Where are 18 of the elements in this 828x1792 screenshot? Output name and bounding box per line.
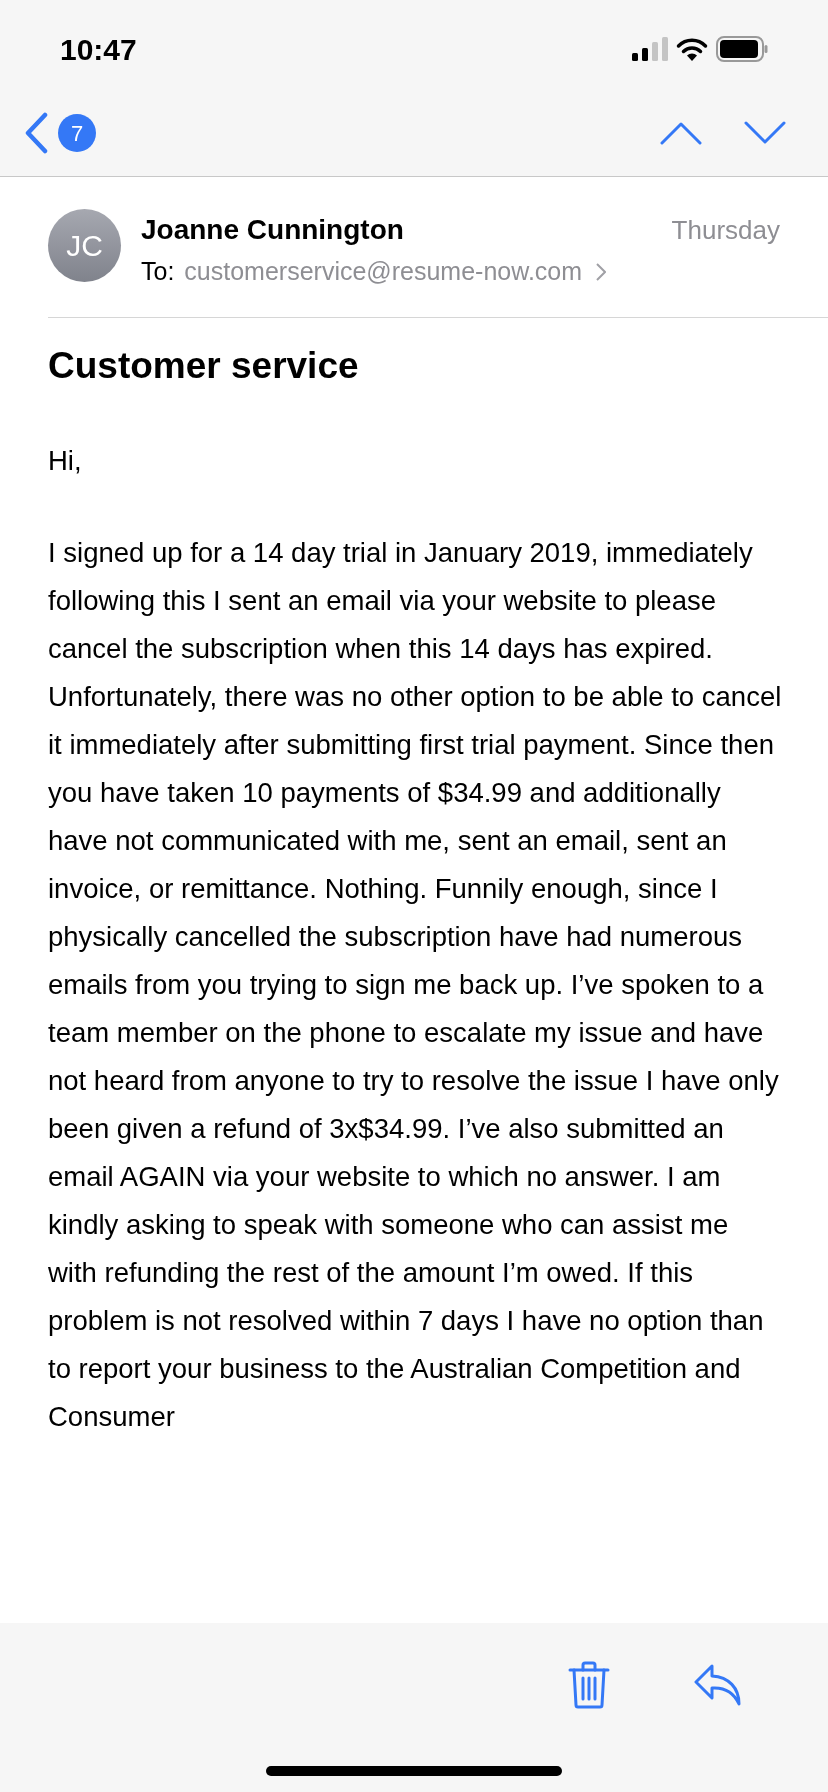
trash-button[interactable] (568, 1661, 610, 1709)
wifi-icon (676, 37, 708, 61)
unread-count-badge: 7 (58, 114, 96, 152)
back-chevron-icon (24, 112, 48, 154)
sender-avatar: JC (48, 209, 121, 282)
sender-name: Joanne Cunnington (141, 213, 404, 247)
message-date: Thursday (671, 214, 780, 247)
chevron-right-icon (596, 262, 607, 281)
back-button[interactable]: 7 (24, 112, 96, 154)
email-subject: Customer service (48, 343, 360, 388)
body-paragraph: I signed up for a 14 day trial in January 2019, immediately following this I sent an email via your website to please cancel the subscription when this 14 days has expired. Unfortunately, there was no other option to be able to cancel it immediately after submitting first trial payment. Since then you have taken 10 payments of $34.99 and additionally have not communicated with me, sent an email, sent an invoice, or remittance. Nothing. Funnily enough, since I physically cancelled the subscription have had numerous emails from you trying to sign me back up. I’ve spoken to a team member on the phone to escalate my issue and have not heard from anyone to try to resolve the issue I have only been given a refund of 3x$34.99. I’ve also submitted an email AGAIN via your website to which no answer. I am kindly asking to speak with someone who can assist me with refunding the rest of the amount I’m owed. If this problem is not resolved within 7 days I have no option than to report your business to the Australian Competition and Consumer (48, 536, 783, 1434)
status-time: 10:47 (60, 31, 137, 68)
to-label: To: (141, 256, 175, 287)
body-paragraph: Hi, (48, 444, 83, 478)
signal-icon (632, 37, 668, 61)
battery-icon (716, 36, 768, 62)
reply-button[interactable] (694, 1663, 742, 1707)
recipient-address[interactable]: customerservice@resume-now.com (184, 253, 583, 291)
